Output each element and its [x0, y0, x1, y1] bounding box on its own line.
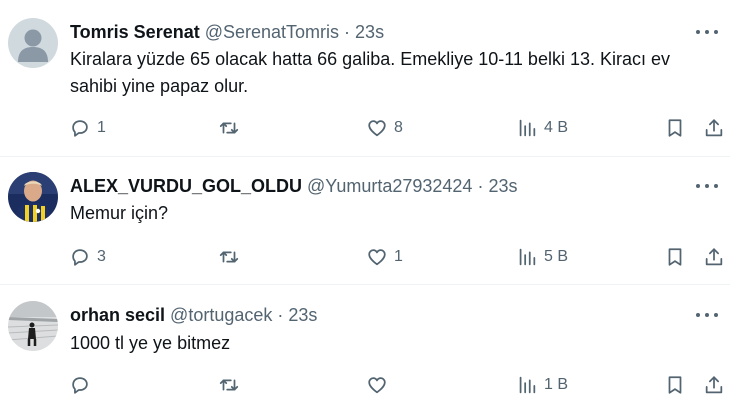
- person-in-snow-photo: [8, 301, 58, 351]
- view-count: 5 B: [544, 248, 569, 265]
- like-button[interactable]: [366, 370, 394, 400]
- avatar[interactable]: [8, 18, 58, 68]
- retweet-icon: [219, 251, 239, 263]
- reply-button[interactable]: 1: [69, 113, 106, 143]
- like-button[interactable]: 8: [366, 113, 403, 143]
- author-name[interactable]: ALEX_VURDU_GOL_OLDU: [70, 176, 302, 197]
- tweet-header: orhan secil @tortugacek · 23s: [70, 303, 317, 327]
- bookmark-button[interactable]: [664, 242, 686, 272]
- views-button[interactable]: 1 B: [516, 370, 568, 400]
- views-chart-icon: [519, 248, 536, 266]
- timestamp[interactable]: 23s: [288, 305, 317, 326]
- heart-icon: [368, 249, 386, 266]
- tweet-text: 1000 tl ye ye bitmez: [70, 333, 231, 353]
- views-button[interactable]: 4 B: [516, 113, 568, 143]
- share-button[interactable]: [703, 370, 725, 400]
- author-handle[interactable]: @SerenatTomris: [205, 22, 339, 43]
- view-count: 1 B: [544, 376, 569, 393]
- share-button[interactable]: [703, 242, 725, 272]
- view-count: 4 B: [544, 119, 569, 136]
- retweet-icon: [219, 122, 239, 134]
- reply-icon: [72, 120, 88, 137]
- reply-icon: [72, 249, 88, 266]
- like-button[interactable]: 1: [366, 242, 403, 272]
- author-name[interactable]: Tomris Serenat: [70, 22, 200, 43]
- share-icon: [705, 119, 723, 137]
- tweet-actions: 1 8 4 B: [0, 113, 730, 143]
- football-player-photo: [8, 172, 58, 222]
- views-button[interactable]: 5 B: [516, 242, 568, 272]
- author-name[interactable]: orhan secil: [70, 305, 165, 326]
- retweet-button[interactable]: [218, 113, 246, 143]
- tweet[interactable]: Tomris Serenat @SerenatTomris · 23s Kira…: [0, 0, 730, 157]
- tweet[interactable]: ALEX_VURDU_GOL_OLDU @Yumurta27932424 · 2…: [0, 157, 730, 285]
- avatar[interactable]: [8, 301, 58, 351]
- share-icon: [705, 376, 723, 394]
- views-chart-icon: [519, 376, 536, 394]
- tweet-header: ALEX_VURDU_GOL_OLDU @Yumurta27932424 · 2…: [70, 174, 517, 198]
- reply-count: 3: [97, 248, 106, 265]
- retweet-button[interactable]: [218, 370, 246, 400]
- reply-feed: Tomris Serenat @SerenatTomris · 23s Kira…: [0, 0, 730, 420]
- author-handle[interactable]: @Yumurta27932424: [307, 176, 472, 197]
- retweet-icon: [219, 379, 239, 391]
- more-options-icon[interactable]: [696, 22, 718, 42]
- separator: ·: [477, 175, 484, 196]
- more-options-icon[interactable]: [696, 176, 718, 196]
- default-person-icon: [8, 18, 58, 68]
- bookmark-icon: [668, 248, 682, 266]
- tweet-actions: 3 1 5 B: [0, 242, 730, 272]
- like-count: 8: [394, 119, 403, 136]
- tweet-text: Kiralara yüzde 65 olacak hatta 66 galiba…: [70, 49, 671, 96]
- tweet-text: Memur için?: [70, 203, 169, 223]
- bookmark-button[interactable]: [664, 370, 686, 400]
- tweet-header: Tomris Serenat @SerenatTomris · 23s: [70, 20, 384, 44]
- avatar[interactable]: [8, 172, 58, 222]
- bookmark-icon: [668, 376, 682, 394]
- tweet-actions: 1 B: [0, 370, 730, 400]
- heart-icon: [368, 377, 386, 394]
- views-chart-icon: [519, 119, 536, 137]
- tweet[interactable]: orhan secil @tortugacek · 23s 1000 tl ye…: [0, 285, 730, 420]
- heart-icon: [368, 120, 386, 137]
- timestamp[interactable]: 23s: [355, 22, 384, 43]
- more-options-icon[interactable]: [696, 305, 718, 325]
- separator: ·: [344, 21, 351, 42]
- retweet-button[interactable]: [218, 242, 246, 272]
- timestamp[interactable]: 23s: [488, 176, 517, 197]
- bookmark-button[interactable]: [664, 113, 686, 143]
- bookmark-icon: [668, 119, 682, 137]
- reply-button[interactable]: [69, 370, 97, 400]
- separator: ·: [277, 304, 284, 325]
- reply-icon: [72, 377, 88, 394]
- share-icon: [705, 248, 723, 266]
- like-count: 1: [394, 248, 403, 265]
- author-handle[interactable]: @tortugacek: [170, 305, 272, 326]
- reply-button[interactable]: 3: [69, 242, 106, 272]
- reply-count: 1: [97, 119, 106, 136]
- share-button[interactable]: [703, 113, 725, 143]
